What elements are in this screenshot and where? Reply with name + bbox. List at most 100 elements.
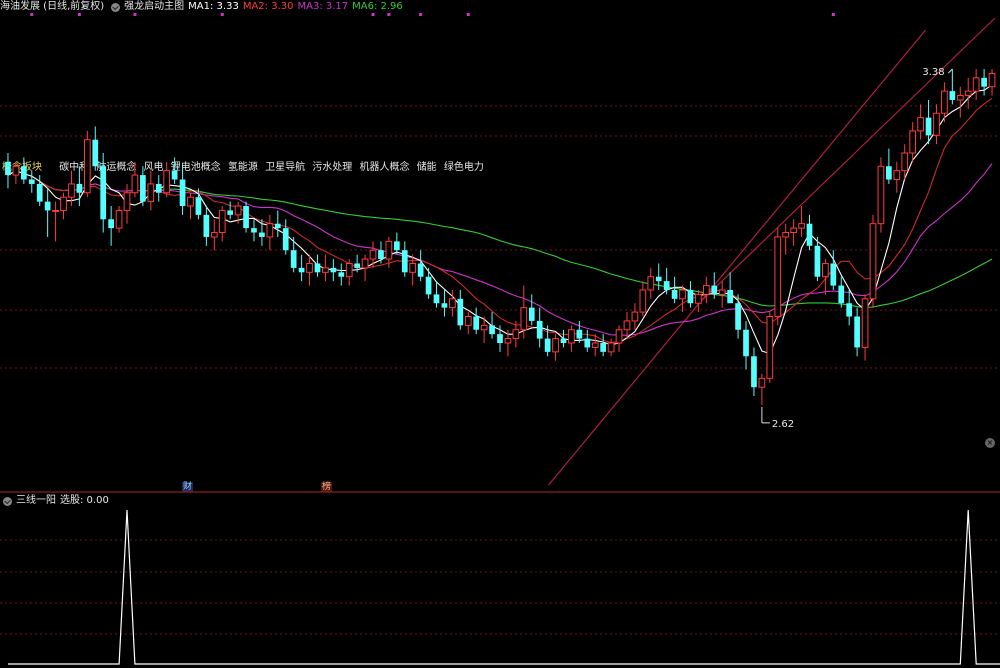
signal-line — [8, 509, 1000, 665]
candle-body — [504, 338, 512, 344]
candle-body — [441, 303, 448, 308]
candle-body — [155, 183, 162, 193]
candle-body — [687, 289, 694, 304]
candle-body — [369, 249, 377, 260]
candle-body — [433, 294, 440, 304]
candle-body — [115, 209, 123, 229]
candle-body — [964, 90, 972, 97]
candle-body — [671, 289, 678, 299]
candle-body — [584, 338, 591, 348]
min-price-label: 2.62 — [772, 419, 794, 430]
candle-body — [600, 343, 607, 352]
candle-body — [774, 236, 782, 317]
candle-body — [108, 219, 114, 229]
candle-body — [147, 183, 155, 203]
candle-body — [854, 316, 860, 348]
candle-body — [536, 320, 543, 339]
candle-body — [822, 262, 829, 278]
candle-body — [361, 258, 369, 269]
candle-body — [758, 377, 766, 388]
candle-body — [790, 227, 797, 234]
candle-body — [409, 262, 417, 273]
candle-body — [20, 166, 27, 180]
signal-marker — [77, 13, 81, 16]
candle-body — [259, 232, 265, 237]
candle-body — [123, 192, 131, 211]
candle-body — [330, 267, 337, 273]
candle-body — [751, 356, 757, 388]
candle-body — [298, 267, 305, 273]
candle-body — [886, 166, 892, 180]
signal-marker — [30, 13, 34, 16]
candle-body — [28, 179, 35, 184]
candle-body — [473, 316, 480, 330]
candle-body — [607, 342, 615, 353]
candle-body — [972, 77, 980, 92]
candle-body — [338, 272, 345, 277]
candle-body — [591, 342, 599, 348]
signal-marker — [387, 13, 391, 16]
candle-body — [131, 174, 139, 194]
candle-body — [956, 95, 964, 101]
candle-body — [274, 223, 281, 229]
candle-body — [480, 324, 488, 331]
candle-body — [12, 165, 20, 176]
candle-body — [893, 170, 901, 181]
candle-body — [917, 117, 924, 132]
candle-body — [846, 303, 853, 317]
candle-body — [354, 263, 361, 268]
candle-body — [425, 276, 432, 295]
candle-body — [234, 205, 242, 216]
candle-body — [464, 315, 472, 326]
candle-body — [92, 139, 99, 167]
candle-body — [909, 130, 917, 154]
candle-body — [718, 289, 726, 295]
candle-body — [639, 289, 647, 313]
candle-body — [5, 161, 11, 176]
candle-body — [798, 223, 805, 229]
candle-body — [44, 201, 51, 211]
candle-body — [520, 307, 528, 331]
candle-body — [83, 139, 91, 194]
candle-body — [631, 311, 639, 322]
candle-body — [576, 329, 583, 339]
signal-marker — [371, 13, 375, 16]
candle-body — [877, 165, 885, 225]
candle-body — [282, 228, 289, 251]
candle-body — [743, 329, 749, 357]
candle-body — [449, 298, 456, 309]
candle-body — [76, 183, 83, 193]
candle-body — [647, 276, 655, 291]
candle-body — [544, 338, 551, 352]
candle-body — [552, 338, 559, 353]
candle-body — [36, 183, 43, 202]
candle-body — [385, 240, 393, 260]
candle-body — [322, 267, 329, 273]
signal-marker — [831, 13, 835, 16]
candle-body — [933, 112, 940, 136]
candle-body — [68, 183, 75, 198]
candle-body — [941, 90, 948, 114]
candle-body — [702, 285, 710, 295]
candle-body — [417, 263, 424, 277]
candle-body — [218, 209, 226, 234]
candle-body — [489, 325, 495, 335]
candle-body — [735, 303, 741, 330]
candle-body — [623, 320, 631, 331]
signal-marker — [419, 13, 423, 16]
candle-body — [655, 276, 662, 282]
candle-body — [949, 91, 956, 100]
candle-body — [925, 117, 932, 136]
signal-marker — [133, 13, 137, 16]
ma2-line — [7, 97, 993, 344]
ma1-line — [7, 84, 993, 355]
max-pointer — [947, 68, 953, 74]
candle-body — [679, 289, 686, 300]
candle-body — [314, 263, 321, 273]
candle-body — [838, 285, 845, 304]
candle-body — [695, 293, 702, 304]
candle-body — [393, 241, 400, 251]
candle-body — [345, 262, 353, 278]
signal-marker — [466, 13, 470, 16]
kline-chart[interactable]: 3.38 2.62 — [0, 0, 1000, 668]
